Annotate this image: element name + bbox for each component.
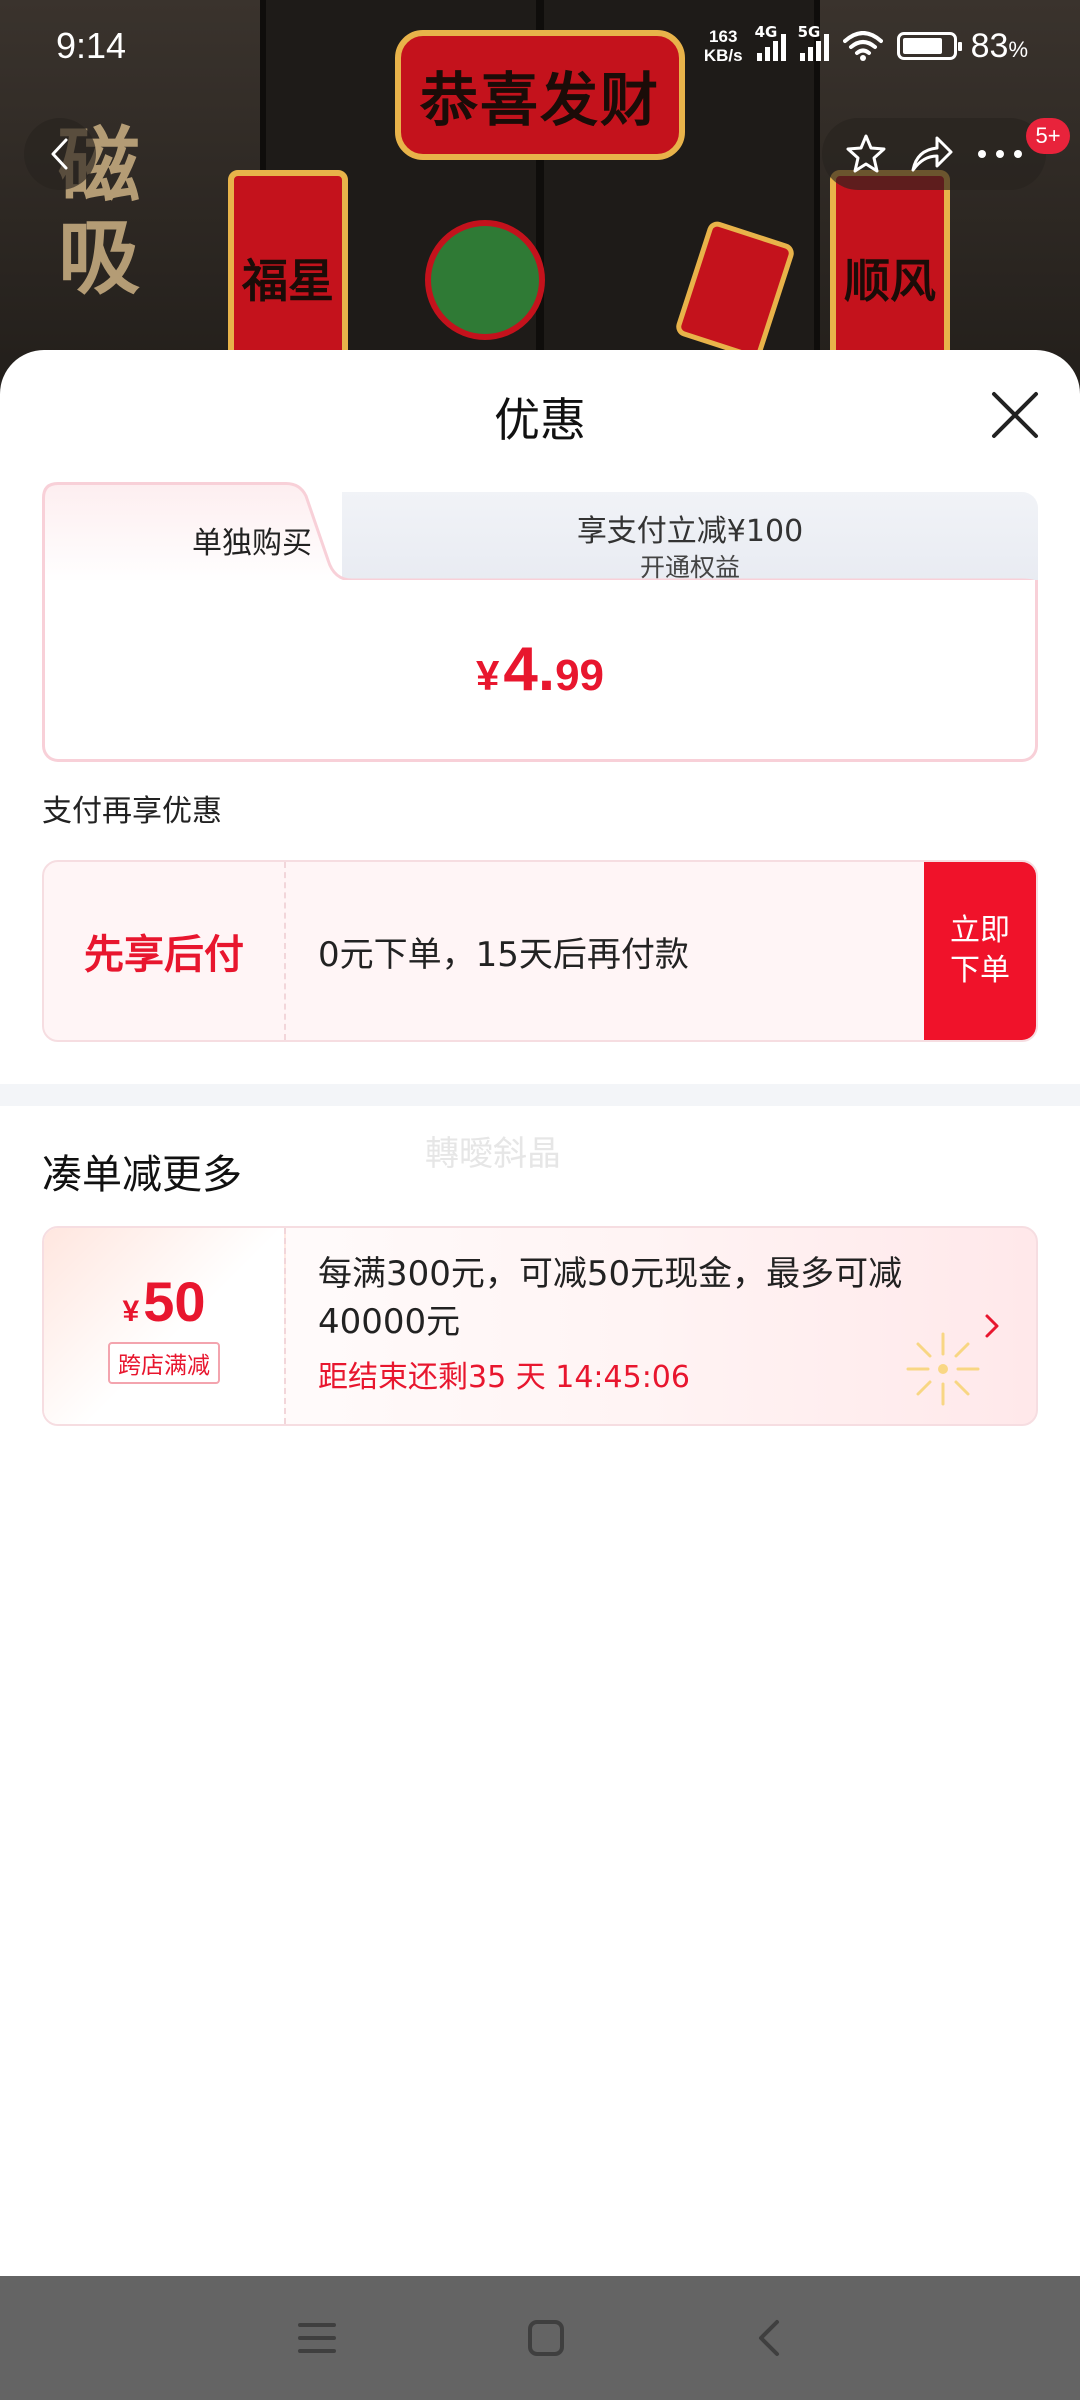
section-divider <box>0 1084 1080 1106</box>
signal-4g-icon: 4G <box>755 23 786 61</box>
promo-currency: ¥ <box>122 1294 140 1328</box>
price-box: ¥ 4. 99 <box>42 580 1038 762</box>
more-badge: 5+ <box>1026 118 1070 154</box>
product-scroll-right-text: 顺风 <box>844 254 936 308</box>
home-icon[interactable] <box>527 2319 565 2357</box>
bnpl-card[interactable]: 先享后付 0元下单，15天后再付款 立即下单 <box>42 860 1038 1042</box>
back-button[interactable] <box>24 118 96 190</box>
product-tree-decoration <box>425 220 545 340</box>
more-icon[interactable] <box>976 148 1024 160</box>
product-scroll-left-text: 福星 <box>242 254 334 308</box>
chevron-left-icon <box>51 138 68 170</box>
signal-5g-label: 5G <box>797 23 821 41</box>
chevron-right-icon[interactable] <box>982 1312 1002 1340</box>
purchase-tabs: 享支付立减¥100 开通权益 单独购买 <box>42 482 1038 584</box>
price-decimal: 99 <box>555 651 605 700</box>
status-time: 9:14 <box>56 25 127 66</box>
discount-sheet: 优惠 享支付立减¥100 开通权益 单独购买 ¥ 4. 99 支付再享优惠 先享… <box>0 350 1080 2276</box>
battery-percent: 83% <box>971 27 1028 66</box>
battery-unit: % <box>1008 36 1028 62</box>
promo-value: 50 <box>143 1269 206 1333</box>
more-section-title: 凑单减更多 <box>42 1152 242 1198</box>
battery-fill <box>902 38 943 54</box>
status-icons: 163 KB/s 4G 5G 83% <box>704 23 1028 66</box>
order-now-button[interactable]: 立即下单 <box>924 862 1036 1040</box>
watermark: 轉曖斜晶 <box>425 1134 561 1174</box>
price-integer: 4. <box>503 635 556 704</box>
promo-amount: ¥ 50 <box>123 1269 206 1334</box>
battery-value: 83 <box>970 26 1009 65</box>
product-scroll-right: 顺风 <box>830 170 950 380</box>
net-speed-value: 163 <box>709 27 738 46</box>
back-icon[interactable] <box>755 2318 783 2358</box>
net-speed: 163 KB/s <box>704 27 743 65</box>
price: ¥ 4. 99 <box>476 634 604 705</box>
signal-4g-label: 4G <box>754 23 778 41</box>
promo-tag: 跨店满减 <box>108 1341 220 1384</box>
close-icon[interactable] <box>986 386 1044 444</box>
top-actions <box>822 118 1046 190</box>
battery-icon <box>896 32 962 60</box>
price-currency: ¥ <box>475 652 500 699</box>
promo-text: 每满300元，可减50元现金，最多可减40000元 <box>318 1254 903 1342</box>
sheet-title: 优惠 <box>494 393 586 447</box>
tab-single-buy[interactable]: 单独购买 <box>42 518 462 562</box>
promo-countdown: 距结束还剩35 天 14:45:06 <box>318 1360 690 1395</box>
net-speed-unit: KB/s <box>703 46 743 65</box>
promo-left: ¥ 50 跨店满减 <box>44 1228 286 1424</box>
pay-section-title: 支付再享优惠 <box>42 794 222 829</box>
menu-icon[interactable] <box>297 2321 337 2355</box>
sparkle-icon <box>906 1332 980 1406</box>
bnpl-left: 先享后付 <box>44 862 286 1040</box>
wifi-icon <box>842 31 883 61</box>
promo-card[interactable]: ¥ 50 跨店满减 每满300元，可减50元现金，最多可减40000元 距结束还… <box>42 1226 1038 1426</box>
bnpl-name: 先享后付 <box>84 932 244 978</box>
product-scroll-left: 福星 <box>228 170 348 380</box>
share-icon[interactable] <box>909 132 955 176</box>
system-nav-bar <box>0 2276 1080 2400</box>
signal-5g-icon: 5G <box>798 23 829 61</box>
status-bar: 9:14 163 KB/s 4G 5G 83% <box>0 0 1080 92</box>
star-icon[interactable] <box>844 132 888 176</box>
bnpl-description: 0元下单，15天后再付款 <box>318 934 689 975</box>
